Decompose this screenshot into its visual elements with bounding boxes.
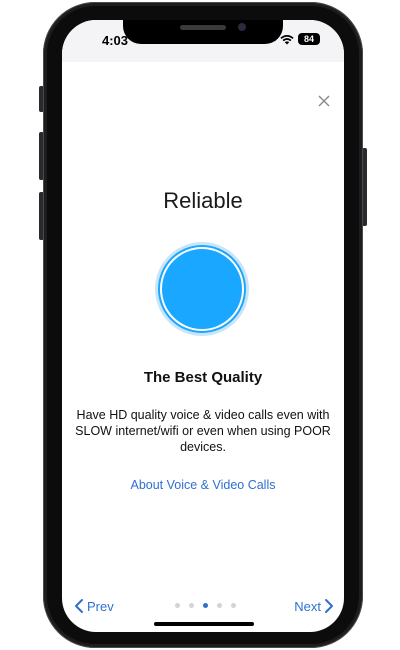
page-dot-3[interactable] (203, 603, 208, 608)
page-dot-4[interactable] (217, 603, 222, 608)
feature-heading: The Best Quality (143, 369, 263, 386)
chevron-right-icon (325, 599, 333, 613)
canvas: 4:03 84 Reliable The Best Quality Have H… (0, 0, 400, 650)
about-calls-link[interactable]: About Voice & Video Calls (62, 478, 344, 492)
notch (123, 20, 283, 44)
close-icon[interactable] (317, 94, 331, 108)
page-dot-2[interactable] (189, 603, 194, 608)
chevron-left-icon (75, 599, 83, 613)
next-label: Next (294, 598, 321, 614)
blue-circle-icon (155, 242, 249, 336)
feature-description: Have HD quality voice & video calls even… (75, 408, 331, 454)
app-screen: 4:03 84 Reliable The Best Quality Have H… (62, 20, 344, 632)
wifi-icon (280, 34, 294, 44)
battery-icon: 84 (298, 33, 320, 45)
page-dot-5[interactable] (231, 603, 236, 608)
next-button[interactable]: Next (294, 598, 334, 614)
prev-button[interactable]: Prev (74, 598, 114, 614)
page-indicator (175, 603, 236, 608)
home-indicator[interactable] (154, 622, 254, 626)
page-dot-1[interactable] (175, 603, 180, 608)
prev-label: Prev (87, 598, 114, 614)
earpiece-speaker (180, 25, 226, 30)
front-camera (238, 23, 246, 31)
status-time: 4:03 (102, 33, 129, 48)
page-title: Reliable (163, 188, 243, 213)
